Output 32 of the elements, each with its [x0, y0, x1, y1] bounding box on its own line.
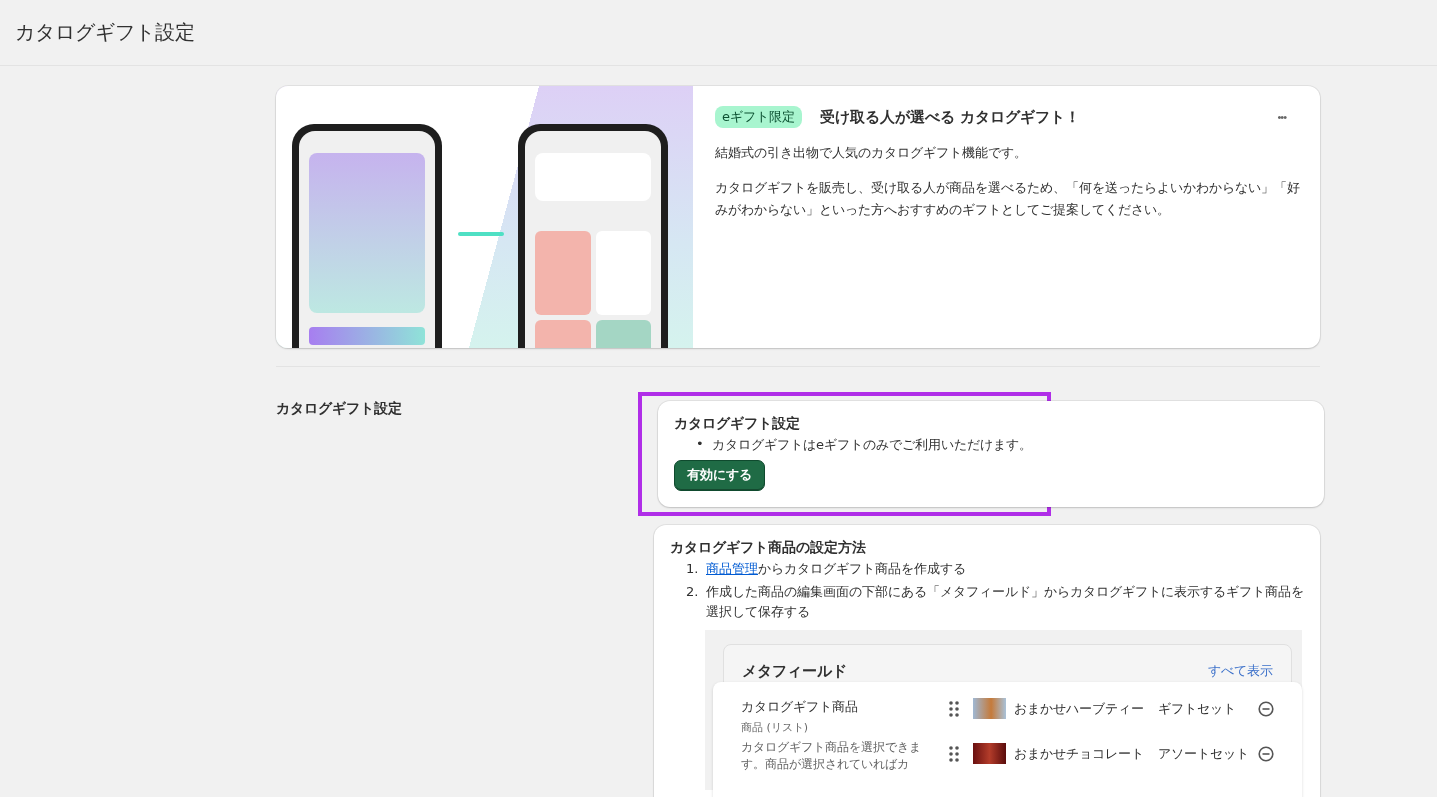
section-label: カタログギフト設定 — [276, 399, 403, 418]
field-type: 商品 (リスト) — [741, 720, 810, 736]
product-name: おまかせハーブティー — [1014, 699, 1144, 718]
remove-icon[interactable] — [1258, 745, 1274, 762]
card-title: カタログギフト商品の設定方法 — [670, 539, 867, 557]
enable-button[interactable]: 有効にする — [674, 460, 765, 491]
remove-icon[interactable] — [1258, 700, 1274, 717]
page-title: カタログギフト設定 — [15, 19, 195, 46]
field-name: カタログギフト商品 — [741, 698, 859, 717]
metafield-title: メタフィールド — [742, 661, 847, 681]
product-management-link[interactable]: 商品管理 — [706, 561, 758, 576]
drag-handle-icon[interactable] — [949, 745, 959, 762]
drag-handle-icon[interactable] — [949, 700, 959, 717]
description-text: 結婚式の引き出物で人気のカタログギフト機能です。 — [715, 144, 1028, 162]
product-name: おまかせチョコレート — [1014, 744, 1144, 763]
step-text: 商品管理からカタログギフト商品を作成する — [706, 560, 966, 578]
view-all-link[interactable]: すべて表示 — [1208, 662, 1273, 680]
card-title: カタログギフト設定 — [674, 415, 801, 433]
bullet-marker: • — [696, 436, 705, 453]
field-help-text: カタログギフト商品を選択できます。商品が選択されていればカ — [741, 739, 922, 772]
more-menu-button[interactable]: ••• — [1271, 110, 1292, 124]
step-text: 作成した商品の編集画面の下部にある「メタフィールド」からカタログギフトに表示するギフト商品を選択して保存する — [706, 583, 1304, 622]
hero-title: 受け取る人が選べる カタログギフト！ — [820, 107, 1082, 127]
bullet-text: カタログギフトはeギフトのみでご利用いただけます。 — [712, 436, 1032, 454]
product-photo-placeholder — [973, 698, 1006, 720]
step-number: 1. — [686, 560, 700, 578]
product-photo-placeholder — [973, 743, 1006, 765]
step-number: 2. — [686, 583, 700, 602]
product-variant: ギフトセット — [1158, 699, 1237, 718]
limited-badge: eギフト限定 — [715, 106, 802, 128]
product-variant: アソートセット — [1158, 744, 1250, 763]
description-text: カタログギフトを販売し、受け取る人が商品を選べるため、「何を送ったらよいかわからない」「好みがわからない」といった方へおすすめのギフトとしてご提案してください。 — [715, 179, 1301, 219]
